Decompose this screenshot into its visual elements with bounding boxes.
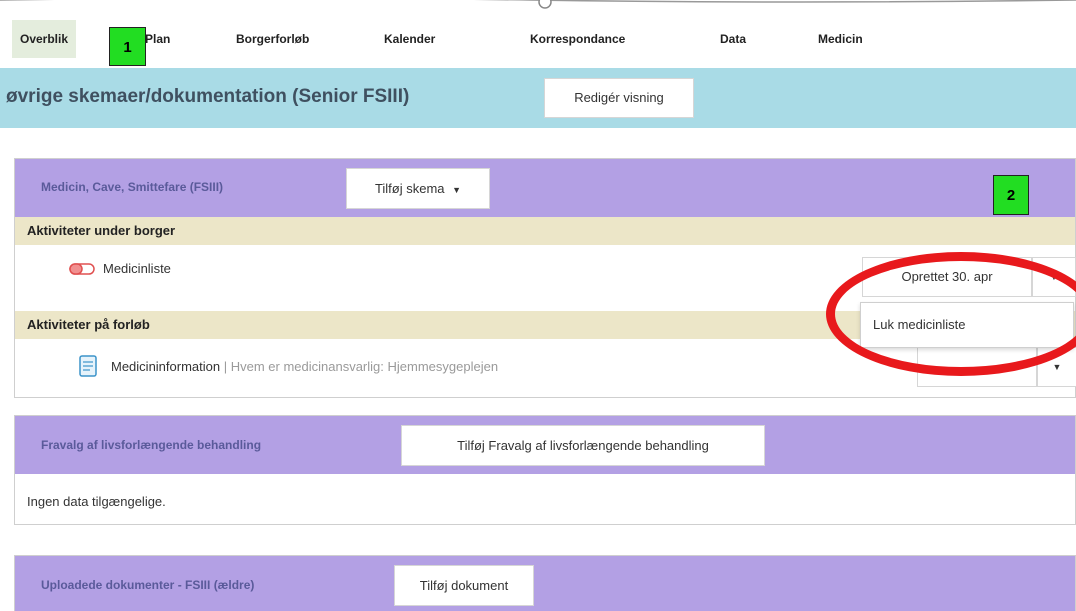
medicininformation-dropdown-toggle[interactable]: ▼ [1037,347,1076,387]
upload-section: Uploadede dokumenter - FSIII (ældre) Til… [14,555,1076,611]
nav-tab-borgerforlob[interactable]: Borgerforløb [236,20,309,58]
separator: | [220,359,231,374]
fravalg-section-header: Fravalg af livsforlængende behandling Ti… [15,416,1075,474]
annotation-marker-1: 1 [109,27,146,66]
upload-section-header: Uploadede dokumenter - FSIII (ældre) Til… [15,556,1075,611]
medicinliste-dropdown-toggle[interactable]: ▼ [1032,257,1076,297]
medicin-section-title: Medicin, Cave, Smittefare (FSIII) [41,180,224,194]
main-nav: Overblik Plan Borgerforløb Kalender Korr… [0,18,1076,60]
upload-section-title: Uploadede dokumenter - FSIII (ældre) [41,578,255,592]
fravalg-section-title: Fravalg af livsforlængende behandling [41,438,262,452]
caret-down-icon: ▼ [1049,272,1059,282]
medicininformation-label: Medicininformation [111,359,221,374]
add-form-label: Tilføj skema [374,181,445,196]
nav-tab-kalender[interactable]: Kalender [384,20,435,58]
edit-view-button[interactable]: Redigér visning [544,78,694,118]
medicininformation-status-button[interactable] [917,347,1037,387]
fravalg-section: Fravalg af livsforlængende behandling Ti… [14,415,1076,525]
medicininformation-text[interactable]: Medicininformation | Hvem er medicinansv… [111,359,498,374]
nav-tab-data[interactable]: Data [720,20,746,58]
nav-tab-overblik[interactable]: Overblik [12,20,77,58]
medicininformation-detail: Hvem er medicinansvarlig: Hjemmesygeplej… [230,359,499,374]
page-title: øvrige skemaer/dokumentation (Senior FSI… [6,86,410,107]
caret-down-icon: ▼ [452,185,462,195]
page-header: øvrige skemaer/dokumentation (Senior FSI… [0,68,1076,128]
medicin-section-header: Medicin, Cave, Smittefare (FSIII) Tilføj… [15,159,1075,217]
add-form-dropdown[interactable]: Tilføj skema ▼ [346,168,490,209]
document-icon [79,355,97,377]
medicinliste-label[interactable]: Medicinliste [103,261,171,276]
medicinliste-dropdown-menu: Luk medicinliste [860,302,1074,348]
close-medicinliste-item[interactable]: Luk medicinliste [873,317,966,332]
pill-icon [69,263,95,275]
add-document-button[interactable]: Tilføj dokument [394,565,534,606]
caret-down-icon: ▼ [1052,362,1062,372]
nav-tab-korrespondance[interactable]: Korrespondance [530,20,625,58]
top-decoration [0,0,1076,9]
nav-tab-plan[interactable]: Plan [145,20,170,58]
add-fravalg-button[interactable]: Tilføj Fravalg af livsforlængende behand… [401,425,765,466]
empty-state-text: Ingen data tilgængelige. [27,494,166,509]
annotation-marker-2: 2 [993,175,1029,215]
nav-tab-medicin[interactable]: Medicin [818,20,863,58]
group-heading-borger: Aktiviteter under borger [15,217,1075,245]
medicinliste-status-button[interactable]: Oprettet 30. apr [862,257,1032,297]
